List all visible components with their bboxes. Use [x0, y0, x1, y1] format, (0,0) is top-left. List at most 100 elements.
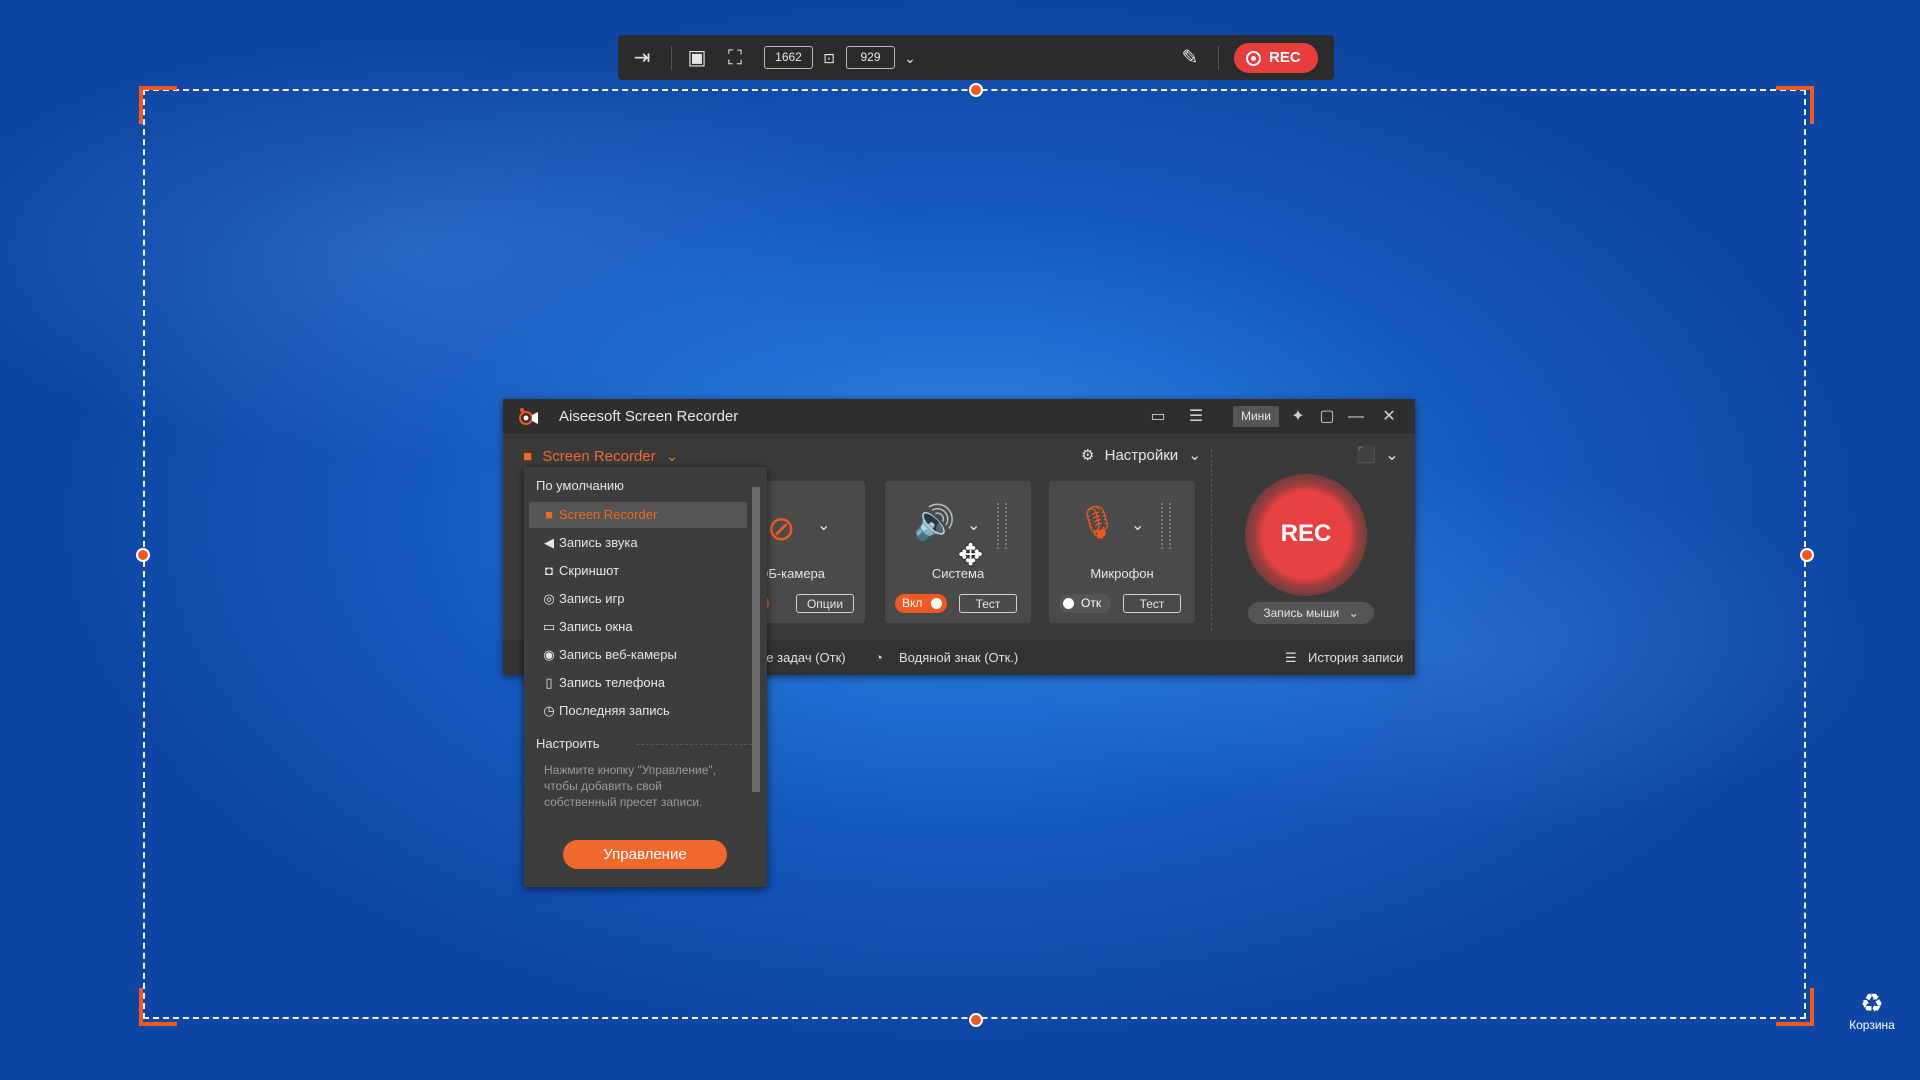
dropdown-item-game[interactable]: ◎ Запись игр — [529, 586, 747, 612]
webcam-icon: ◉ — [543, 647, 555, 662]
rec-button[interactable]: REC — [1234, 43, 1318, 73]
default-section-header: По умолчанию — [536, 478, 624, 493]
dropdown-item-audio[interactable]: ◀ Запись звука — [529, 530, 747, 556]
height-input[interactable]: 929 — [846, 46, 895, 69]
scrollbar[interactable] — [752, 487, 760, 792]
dropdown-item-label: Последняя запись — [559, 703, 670, 718]
mouse-record-label: Запись мыши — [1263, 606, 1340, 620]
manage-button[interactable]: Управление — [563, 840, 727, 869]
dropdown-item-webcam[interactable]: ◉ Запись веб-камеры — [529, 642, 747, 668]
region-select-icon[interactable]: ⛶ — [723, 46, 747, 70]
gamepad-icon: ◎ — [543, 591, 555, 606]
dropdown-item-label: Screen Recorder — [559, 507, 658, 522]
feedback-icon[interactable]: ▭ — [1147, 407, 1169, 427]
frame-corner-top-right[interactable] — [1776, 86, 1814, 124]
dropdown-item-label: Запись звука — [559, 535, 638, 550]
mic-test-button[interactable]: Тест — [1123, 594, 1181, 613]
frame-corner-bottom-left[interactable] — [139, 988, 177, 1026]
chevron-down-icon[interactable]: ⌄ — [1381, 446, 1403, 466]
resize-handle-bottom[interactable] — [969, 1013, 983, 1027]
webcam-options-button[interactable]: Опции — [796, 594, 854, 613]
mode-dropdown: По умолчанию ■ Screen Recorder ◀ Запись … — [524, 467, 767, 887]
record-history-link[interactable]: История записи — [1308, 650, 1403, 665]
phone-icon: ▯ — [545, 675, 553, 690]
mic-label: Микрофон — [1090, 566, 1154, 581]
recycle-bin-icon: ♻ — [1860, 988, 1884, 1018]
pin-icon[interactable]: ✦ — [1287, 407, 1309, 427]
camera-icon: ◘ — [545, 563, 553, 578]
settings-button[interactable]: ⚙ Настройки ⌄ — [1081, 446, 1201, 464]
capture-toolbar: ⇥ ▣ ⛶ 1662 ⊡ 929 ⌄ ✎ REC — [618, 35, 1334, 80]
rec-label: REC — [1280, 520, 1332, 547]
close-icon[interactable]: ✕ — [1378, 407, 1400, 427]
dropdown-item-label: Запись телефона — [559, 675, 666, 690]
dropdown-item-label: Запись веб-камеры — [559, 647, 677, 662]
clock-icon: ◷ — [543, 703, 555, 718]
divider — [636, 744, 752, 746]
mini-button[interactable]: Мини — [1233, 406, 1279, 427]
dropdown-item-screen-recorder[interactable]: ■ Screen Recorder — [529, 502, 747, 528]
frame-corner-bottom-right[interactable] — [1776, 988, 1814, 1026]
toggle-knob — [1063, 598, 1074, 609]
window-title: Aiseesoft Screen Recorder — [559, 408, 739, 425]
app-logo-icon — [519, 408, 538, 425]
dropdown-item-last-record[interactable]: ◷ Последняя запись — [529, 698, 747, 724]
recycle-bin[interactable]: ♻ Корзина — [1837, 988, 1907, 1032]
chevron-down-icon: ⌄ — [1188, 447, 1201, 464]
toolbar-divider — [1218, 46, 1219, 70]
screenshot-camera-icon[interactable]: ⬛ — [1355, 446, 1377, 466]
list-icon: ☰ — [1285, 650, 1297, 665]
collapse-menu-icon[interactable]: ⇥ — [630, 46, 654, 70]
settings-label: Настройки — [1104, 447, 1179, 464]
gear-icon: ⚙ — [1081, 447, 1095, 464]
big-rec-button[interactable]: REC — [1245, 474, 1367, 596]
dropdown-item-screenshot[interactable]: ◘ Скриншот — [529, 558, 747, 584]
divider — [1211, 449, 1213, 631]
video-camera-icon: ■ — [545, 507, 553, 522]
title-bar: Aiseesoft Screen Recorder ▭ ☰ Мини ✦ ▢ —… — [503, 399, 1415, 434]
recycle-bin-label: Корзина — [1849, 1018, 1895, 1032]
chevron-down-icon[interactable]: ⌄ — [898, 46, 922, 70]
mode-selector[interactable]: ■ Screen Recorder ⌄ — [523, 447, 678, 465]
resize-handle-right[interactable] — [1800, 548, 1814, 562]
restore-icon[interactable]: ▢ — [1316, 407, 1338, 427]
chevron-down-icon: ⌄ — [665, 448, 679, 465]
mic-toggle[interactable]: Отк — [1059, 594, 1111, 613]
chevron-down-icon[interactable]: ⌄ — [967, 515, 980, 535]
speaker-icon: ◀ — [544, 535, 554, 550]
frame-corner-top-left[interactable] — [139, 86, 177, 124]
rec-label: REC — [1269, 49, 1301, 66]
task-schedule-status[interactable]: ие задач (Отк) — [759, 650, 846, 665]
resize-handle-left[interactable] — [136, 548, 150, 562]
audio-level-meter — [997, 503, 1007, 549]
dropdown-item-window[interactable]: ▭ Запись окна — [529, 614, 747, 640]
mic-level-meter — [1161, 503, 1171, 549]
pen-icon[interactable]: ✎ — [1178, 46, 1202, 70]
dropdown-item-phone[interactable]: ▯ Запись телефона — [529, 670, 747, 696]
lock-ratio-icon[interactable]: ⊡ — [817, 46, 841, 70]
resize-handle-top[interactable] — [969, 83, 983, 97]
minimize-icon[interactable]: — — [1345, 407, 1367, 427]
custom-hint-text: Нажмите кнопку "Управление", чтобы добав… — [544, 763, 717, 809]
window-icon: ▭ — [542, 619, 556, 634]
mode-label: Screen Recorder — [542, 448, 656, 465]
speaker-icon: 🔊 — [913, 504, 956, 542]
width-input[interactable]: 1662 — [764, 46, 813, 69]
watermark-icon: ◔ — [875, 650, 883, 665]
custom-section-header: Настроить — [536, 736, 600, 751]
menu-icon[interactable]: ☰ — [1185, 407, 1207, 427]
toolbar-divider — [671, 46, 672, 70]
dropdown-item-label: Запись окна — [559, 619, 633, 634]
system-test-button[interactable]: Тест — [959, 594, 1017, 613]
chevron-down-icon: ⌄ — [1348, 606, 1359, 620]
system-toggle-label: Вкл — [902, 596, 923, 610]
webcam-off-icon: ⊘ — [767, 510, 796, 548]
toggle-knob — [931, 598, 942, 609]
system-toggle[interactable]: Вкл — [895, 594, 947, 613]
mouse-record-dropdown[interactable]: Запись мыши ⌄ — [1248, 602, 1374, 624]
watermark-status[interactable]: Водяной знак (Отк.) — [899, 650, 1018, 665]
chevron-down-icon[interactable]: ⌄ — [1131, 515, 1144, 535]
fullscreen-icon[interactable]: ▣ — [685, 46, 709, 70]
dropdown-item-label: Запись игр — [559, 591, 625, 606]
chevron-down-icon[interactable]: ⌄ — [817, 515, 830, 535]
